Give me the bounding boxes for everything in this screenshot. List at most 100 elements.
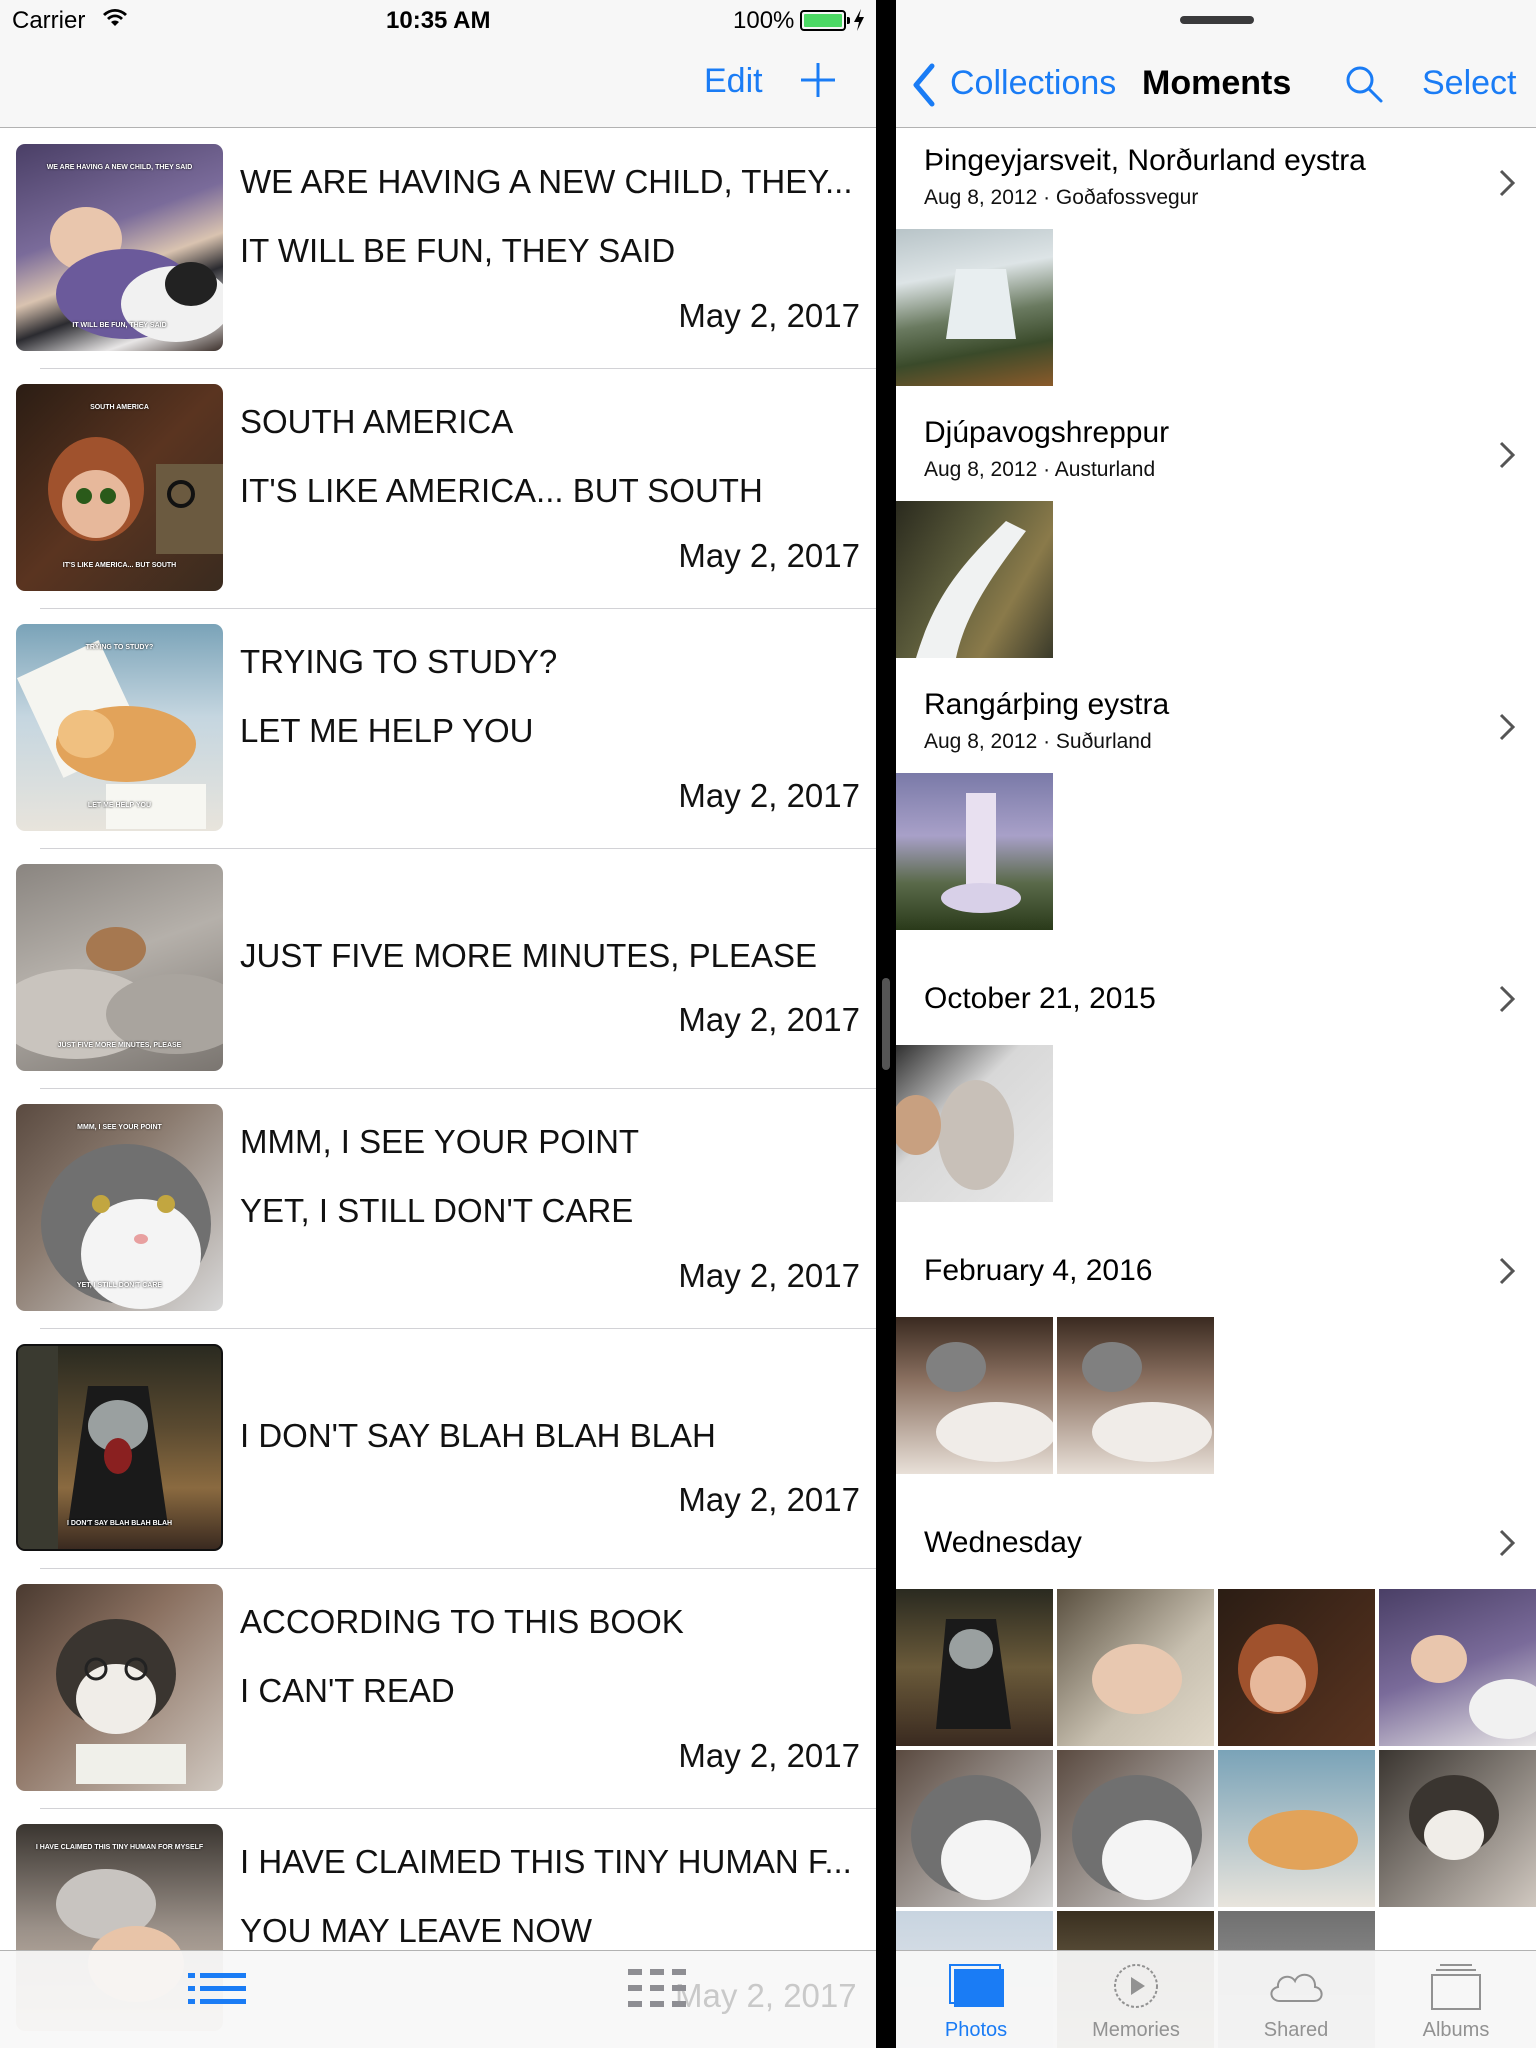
meme-thumbnail: MMM, I SEE YOUR POINT YET, I STILL DON'T… bbox=[16, 1104, 223, 1311]
meme-row[interactable]: I DON'T SAY BLAH BLAH BLAH I DON'T SAY B… bbox=[0, 1329, 876, 1569]
moment-title: February 4, 2016 bbox=[924, 1254, 1153, 1287]
slide-over-grabber[interactable] bbox=[1180, 16, 1254, 24]
photo-thumbnail[interactable] bbox=[1057, 1750, 1214, 1907]
meme-tab-bar: May 2, 2017 bbox=[0, 1950, 876, 2048]
photo-thumbnail[interactable] bbox=[1379, 1750, 1536, 1907]
back-button[interactable]: Collections bbox=[950, 64, 1116, 103]
photo-thumbnail[interactable] bbox=[896, 1045, 1053, 1202]
photo-thumbnail[interactable] bbox=[896, 1750, 1053, 1907]
meme-row[interactable]: ACCORDING TO THIS BOOK I CAN'T READ May … bbox=[0, 1569, 876, 1809]
edit-button[interactable]: Edit bbox=[704, 62, 763, 101]
albums-tab-icon bbox=[1431, 1964, 1481, 2010]
photo-thumbnail[interactable] bbox=[1218, 1750, 1375, 1907]
meme-thumbnail: JUST FIVE MORE MINUTES, PLEASE bbox=[16, 864, 223, 1071]
chevron-right-icon bbox=[1499, 985, 1516, 1013]
moment-title: Rangárþing eystra bbox=[924, 688, 1170, 721]
thumb-bottom-caption: I DON'T SAY BLAH BLAH BLAH bbox=[66, 1520, 173, 1527]
thumb-bottom-caption: LET ME HELP YOU bbox=[87, 802, 152, 809]
meme-top-text: ACCORDING TO THIS BOOK bbox=[240, 1603, 684, 1640]
chevron-right-icon bbox=[1499, 441, 1516, 469]
meme-top-text: WE ARE HAVING A NEW CHILD, THEY... bbox=[240, 163, 853, 200]
thumb-top-caption: SOUTH AMERICA bbox=[90, 404, 149, 411]
photo-thumbnail[interactable] bbox=[1057, 1317, 1214, 1474]
moment-subtitle: Aug 8, 2012 · Goðafossvegur bbox=[924, 186, 1199, 209]
meme-date: May 2, 2017 bbox=[678, 1257, 860, 1294]
meme-date: May 2, 2017 bbox=[678, 297, 860, 334]
moment-subtitle: Aug 8, 2012 · Suðurland bbox=[924, 730, 1152, 753]
search-icon[interactable] bbox=[1344, 64, 1384, 104]
chevron-right-icon bbox=[1499, 713, 1516, 741]
photo-thumbnail[interactable] bbox=[896, 1589, 1053, 1746]
meme-date: May 2, 2017 bbox=[678, 1737, 860, 1774]
meme-bottom-text: JUST FIVE MORE MINUTES, PLEASE bbox=[240, 937, 818, 974]
battery-percent: 100% bbox=[733, 7, 795, 34]
nav-title: Moments bbox=[1142, 64, 1292, 102]
photo-thumbnail[interactable] bbox=[896, 229, 1053, 386]
moment-title: Þingeyjarsveit, Norðurland eystra bbox=[924, 144, 1366, 177]
moment-header[interactable]: Wednesday bbox=[896, 1490, 1536, 1590]
thumb-bottom-caption: JUST FIVE MORE MINUTES, PLEASE bbox=[57, 1042, 182, 1049]
meme-thumbnail: TRYING TO STUDY? LET ME HELP YOU bbox=[16, 624, 223, 831]
grid-view-icon[interactable] bbox=[626, 1961, 688, 2017]
meme-date: May 2, 2017 bbox=[678, 777, 860, 814]
tab-label: Photos bbox=[944, 2019, 1008, 2041]
thumb-bottom-caption: IT'S LIKE AMERICA... BUT SOUTH bbox=[62, 562, 177, 569]
moment-header[interactable]: Þingeyjarsveit, Norðurland eystra Aug 8,… bbox=[896, 130, 1536, 230]
charging-bolt-icon bbox=[854, 9, 864, 31]
clock: 10:35 AM bbox=[386, 7, 491, 34]
select-button[interactable]: Select bbox=[1422, 64, 1517, 103]
meme-bottom-text: YET, I STILL DON'T CARE bbox=[240, 1192, 634, 1229]
tab-shared[interactable]: Shared bbox=[1216, 1951, 1376, 2048]
meme-bottom-text: IT'S LIKE AMERICA... BUT SOUTH bbox=[240, 472, 763, 509]
thumb-bottom-caption: IT WILL BE FUN, THEY SAID bbox=[72, 322, 167, 329]
meme-thumbnail bbox=[16, 1584, 223, 1791]
meme-bottom-text: I DON'T SAY BLAH BLAH BLAH bbox=[240, 1417, 716, 1454]
meme-top-text: TRYING TO STUDY? bbox=[240, 643, 558, 680]
carrier-label: Carrier bbox=[12, 7, 86, 34]
tab-label: Shared bbox=[1263, 2019, 1329, 2041]
meme-row[interactable]: WE ARE HAVING A NEW CHILD, THEY SAID IT … bbox=[0, 129, 876, 369]
split-view-divider[interactable] bbox=[876, 0, 896, 2048]
photo-thumbnail[interactable] bbox=[1218, 1589, 1375, 1746]
tab-albums[interactable]: Albums bbox=[1376, 1951, 1536, 2048]
moment-header[interactable]: October 21, 2015 bbox=[896, 946, 1536, 1046]
meme-row[interactable]: MMM, I SEE YOUR POINT YET, I STILL DON'T… bbox=[0, 1089, 876, 1329]
meme-row[interactable]: JUST FIVE MORE MINUTES, PLEASE JUST FIVE… bbox=[0, 849, 876, 1089]
moment-title: Wednesday bbox=[924, 1526, 1082, 1559]
divider-handle[interactable] bbox=[882, 978, 890, 1070]
wifi-icon bbox=[103, 9, 127, 26]
meme-table: WE ARE HAVING A NEW CHILD, THEY SAID IT … bbox=[0, 129, 876, 2048]
meme-date: May 2, 2017 bbox=[678, 1001, 860, 1038]
photo-thumbnail[interactable] bbox=[896, 773, 1053, 930]
tab-photos[interactable]: Photos bbox=[896, 1951, 1056, 2048]
memories-tab-icon bbox=[1114, 1964, 1158, 2008]
add-icon[interactable] bbox=[798, 60, 838, 100]
meme-bottom-text: I CAN'T READ bbox=[240, 1672, 455, 1709]
chevron-right-icon bbox=[1499, 169, 1516, 197]
photo-thumbnail[interactable] bbox=[896, 501, 1053, 658]
meme-thumbnail: I DON'T SAY BLAH BLAH BLAH bbox=[16, 1344, 223, 1551]
meme-row[interactable]: SOUTH AMERICA IT'S LIKE AMERICA... BUT S… bbox=[0, 369, 876, 609]
thumb-top-caption: I HAVE CLAIMED THIS TINY HUMAN FOR MYSEL… bbox=[35, 1844, 204, 1851]
photo-thumbnail[interactable] bbox=[1379, 1589, 1536, 1746]
battery-icon bbox=[800, 10, 850, 31]
photo-thumbnail[interactable] bbox=[896, 1317, 1053, 1474]
tab-label: Albums bbox=[1422, 2019, 1490, 2041]
status-bar: Carrier 10:35 AM 100% bbox=[0, 0, 876, 40]
moment-header[interactable]: Djúpavogshreppur Aug 8, 2012 · Austurlan… bbox=[896, 402, 1536, 502]
moment-header[interactable]: February 4, 2016 bbox=[896, 1218, 1536, 1318]
meme-row[interactable]: TRYING TO STUDY? LET ME HELP YOU TRYING … bbox=[0, 609, 876, 849]
meme-thumbnail: SOUTH AMERICA IT'S LIKE AMERICA... BUT S… bbox=[16, 384, 223, 591]
moment-title: October 21, 2015 bbox=[924, 982, 1156, 1015]
meme-list-pane: Carrier 10:35 AM 100% Edit WE ARE HAVING… bbox=[0, 0, 876, 2048]
photos-tab-icon bbox=[949, 1964, 1004, 2007]
thumb-top-caption: TRYING TO STUDY? bbox=[85, 644, 154, 651]
ghost-date-text: May 2, 2017 bbox=[675, 1977, 857, 2014]
meme-thumbnail: WE ARE HAVING A NEW CHILD, THEY SAID IT … bbox=[16, 144, 223, 351]
photo-thumbnail[interactable] bbox=[1057, 1589, 1214, 1746]
back-chevron-icon[interactable] bbox=[910, 62, 938, 108]
moment-header[interactable]: Rangárþing eystra Aug 8, 2012 · Suðurlan… bbox=[896, 674, 1536, 774]
tab-memories[interactable]: Memories bbox=[1056, 1951, 1216, 2048]
list-view-icon[interactable] bbox=[186, 1961, 248, 2017]
thumb-bottom-caption: YET, I STILL DON'T CARE bbox=[76, 1282, 163, 1289]
